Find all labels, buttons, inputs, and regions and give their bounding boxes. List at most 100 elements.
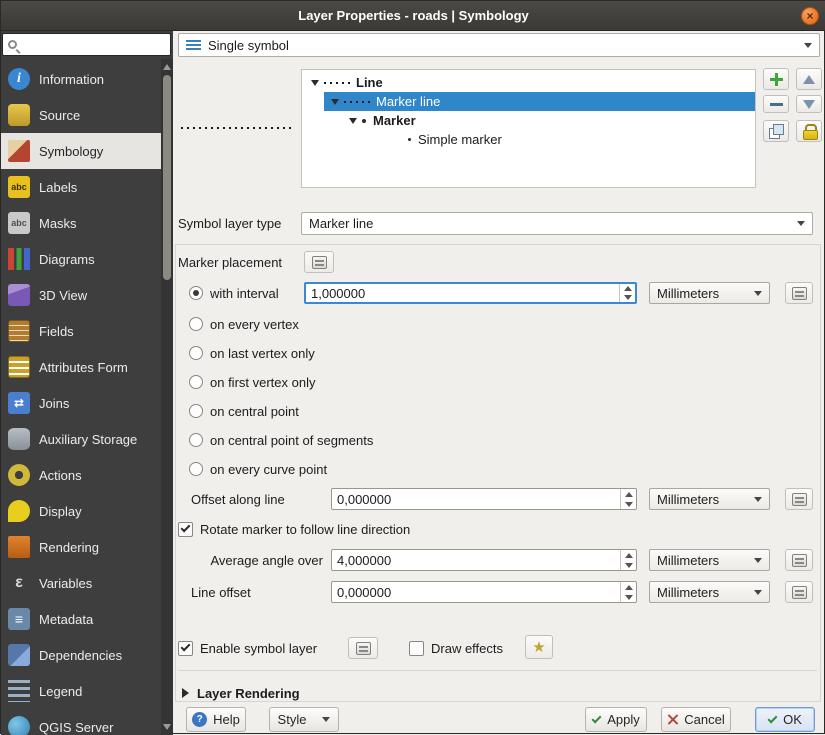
average-angle-data-defined-button[interactable]: [785, 549, 813, 571]
scroll-up-icon[interactable]: [163, 64, 171, 70]
add-symbol-layer-button[interactable]: [763, 68, 789, 90]
close-button[interactable]: ×: [801, 7, 819, 25]
average-angle-spinbox[interactable]: 4,000000: [331, 549, 637, 571]
placement-option-label: on central point of segments: [210, 433, 373, 448]
chevron-down-icon: [797, 221, 805, 226]
duplicate-symbol-layer-icon: [769, 124, 783, 138]
sidebar-item-actions[interactable]: Actions: [1, 457, 161, 493]
ok-label: OK: [783, 712, 802, 727]
spin-down-icon[interactable]: [621, 592, 636, 602]
spin-down-icon[interactable]: [621, 560, 636, 570]
scroll-down-icon[interactable]: [163, 724, 171, 730]
sidebar-item-information[interactable]: Information: [1, 61, 161, 97]
draw-effects-checkbox[interactable]: [409, 641, 424, 656]
ok-button[interactable]: OK: [755, 707, 815, 732]
sidebar-item-masks[interactable]: Masks: [1, 205, 161, 241]
scrollbar-thumb[interactable]: [163, 75, 171, 280]
sidebar-item-diagrams[interactable]: Diagrams: [1, 241, 161, 277]
sidebar-item-legend[interactable]: Legend: [1, 673, 161, 709]
sidebar-item-labels[interactable]: Labels: [1, 169, 161, 205]
interval-spinbox[interactable]: 1,000000: [304, 282, 637, 304]
sidebar-item-source[interactable]: Source: [1, 97, 161, 133]
sidebar-item-symbology[interactable]: Symbology: [1, 133, 161, 169]
enable-symbol-layer-checkbox[interactable]: [178, 641, 193, 656]
remove-symbol-layer-button[interactable]: [763, 95, 789, 113]
tree-row-marker[interactable]: Marker: [302, 111, 755, 130]
expander-icon[interactable]: [349, 118, 357, 124]
data-defined-override-icon: [792, 586, 807, 599]
sidebar-item-dependencies[interactable]: Dependencies: [1, 637, 161, 673]
renderer-combobox[interactable]: Single symbol: [178, 33, 820, 57]
with-interval-radio[interactable]: [189, 286, 203, 300]
spin-up-icon[interactable]: [621, 582, 636, 592]
move-layer-down-button[interactable]: [796, 95, 822, 113]
lock-color-button[interactable]: [796, 120, 822, 142]
help-label: Help: [213, 712, 240, 727]
sidebar-item-label: Actions: [39, 468, 82, 483]
expander-icon[interactable]: [311, 80, 319, 86]
chevron-down-icon: [754, 497, 762, 502]
sidebar-item-display[interactable]: Display: [1, 493, 161, 529]
spin-up-icon[interactable]: [621, 550, 636, 560]
central-point-radio[interactable]: [189, 404, 203, 418]
sidebar-item-fields[interactable]: Fields: [1, 313, 161, 349]
sidebar-item-variables[interactable]: Variables: [1, 565, 161, 601]
sidebar-item-label: Legend: [39, 684, 82, 699]
spin-up-icon[interactable]: [620, 284, 635, 293]
search-input[interactable]: [22, 38, 173, 52]
spin-down-icon[interactable]: [620, 293, 635, 302]
sidebar-item-attributes-form[interactable]: Attributes Form: [1, 349, 161, 385]
apply-button[interactable]: Apply: [585, 707, 647, 732]
chevron-down-icon: [754, 590, 762, 595]
sidebar-item-metadata[interactable]: Metadata: [1, 601, 161, 637]
tree-row-marker-line[interactable]: Marker line: [302, 92, 755, 111]
spinbox-arrows: [620, 582, 636, 602]
average-angle-unit-combobox[interactable]: Millimeters: [649, 549, 770, 571]
help-button[interactable]: Help: [186, 707, 246, 732]
spin-up-icon[interactable]: [621, 489, 636, 499]
symbol-layer-type-combobox[interactable]: Marker line: [301, 212, 813, 235]
expander-icon[interactable]: [331, 99, 339, 105]
line-offset-unit-combobox[interactable]: Millimeters: [649, 581, 770, 603]
style-button[interactable]: Style: [269, 707, 339, 732]
interval-data-defined-button[interactable]: [785, 282, 813, 304]
tree-selection[interactable]: Marker line: [324, 92, 755, 111]
line-offset-data-defined-button[interactable]: [785, 581, 813, 603]
spin-down-icon[interactable]: [621, 499, 636, 509]
tree-row-simple-marker[interactable]: Simple marker: [302, 130, 755, 149]
sidebar-item-rendering[interactable]: Rendering: [1, 529, 161, 565]
interval-unit-combobox[interactable]: Millimeters: [649, 282, 770, 304]
central-point-segments-radio[interactable]: [189, 433, 203, 447]
spinbox-arrows: [620, 489, 636, 509]
layer-rendering-header[interactable]: Layer Rendering: [182, 684, 300, 702]
offset-along-line-spinbox[interactable]: 0,000000: [331, 488, 637, 510]
spinbox-arrows: [620, 550, 636, 570]
line-offset-spinbox[interactable]: 0,000000: [331, 581, 637, 603]
sidebar-scrollbar[interactable]: [161, 59, 173, 735]
duplicate-symbol-layer-button[interactable]: [763, 120, 789, 142]
symbol-preview: [181, 127, 294, 129]
sidebar-item-qgis-server[interactable]: QGIS Server: [1, 709, 161, 735]
placement-option-central-point-segments: on central point of segments: [189, 431, 373, 449]
first-vertex-radio[interactable]: [189, 375, 203, 389]
cancel-button[interactable]: Cancel: [661, 707, 731, 732]
move-layer-up-button[interactable]: [796, 68, 822, 90]
offset-unit-combobox[interactable]: Millimeters: [649, 488, 770, 510]
sidebar-item-auxiliary-storage[interactable]: Auxiliary Storage: [1, 421, 161, 457]
every-vertex-radio[interactable]: [189, 317, 203, 331]
symbol-layer-type-label: Symbol layer type: [178, 215, 281, 232]
rotate-marker-checkbox[interactable]: [178, 522, 193, 537]
display-icon: [8, 500, 30, 522]
actions-icon: [8, 464, 30, 486]
placement-data-defined-button[interactable]: [304, 251, 334, 273]
sidebar-item-joins[interactable]: Joins: [1, 385, 161, 421]
enable-layer-data-defined-button[interactable]: [348, 637, 378, 659]
fields-icon: [8, 320, 30, 342]
offset-data-defined-button[interactable]: [785, 488, 813, 510]
sidebar-search[interactable]: [2, 33, 171, 56]
customize-effects-button[interactable]: ★: [525, 635, 553, 659]
every-curve-point-radio[interactable]: [189, 462, 203, 476]
sidebar-item-3d-view[interactable]: 3D View: [1, 277, 161, 313]
last-vertex-radio[interactable]: [189, 346, 203, 360]
tree-row-line[interactable]: Line: [302, 73, 755, 92]
